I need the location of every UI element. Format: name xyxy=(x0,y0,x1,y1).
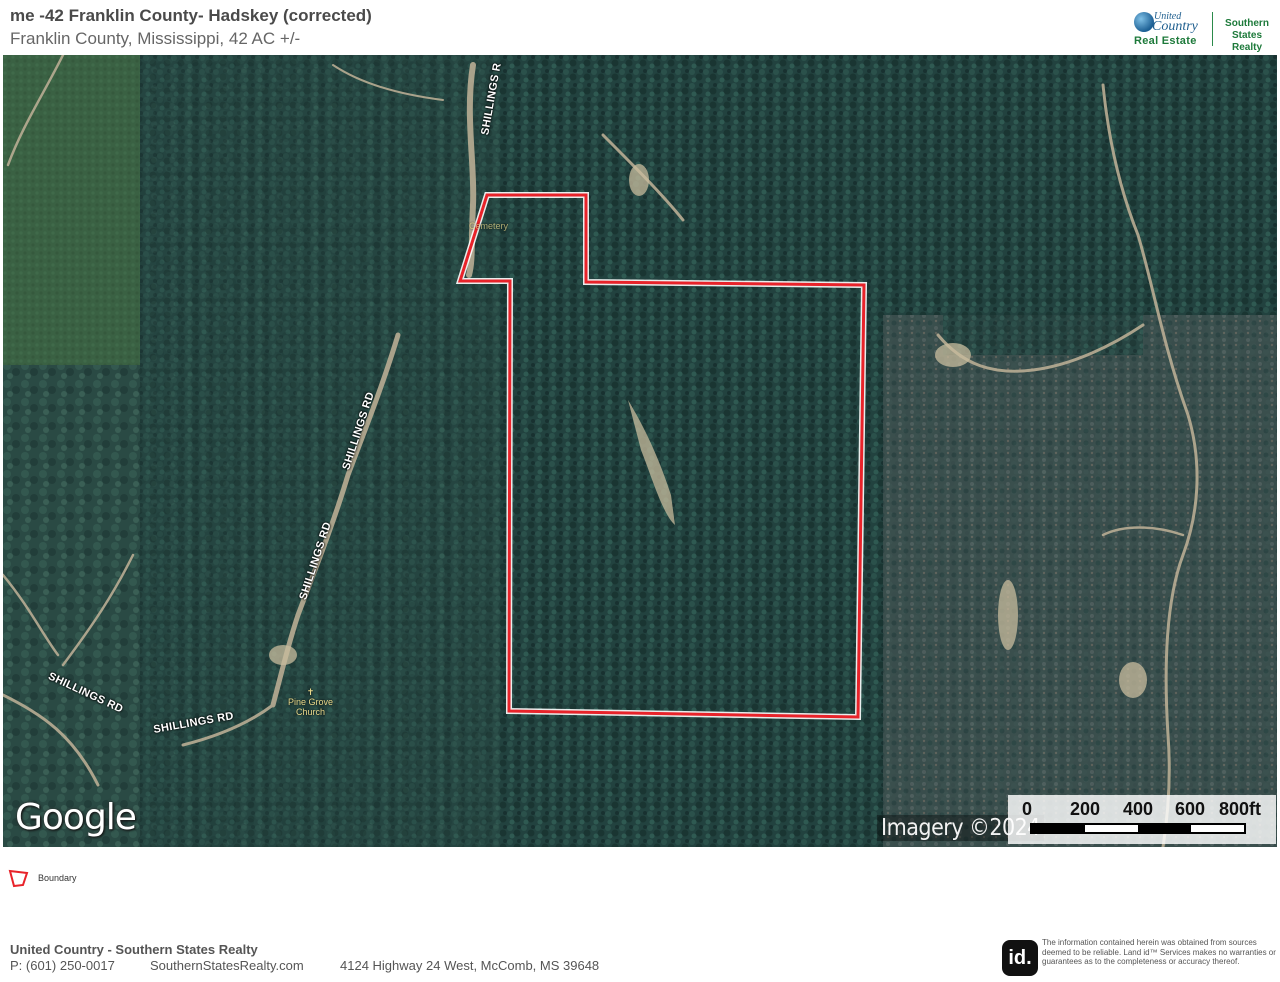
footer-company: United Country - Southern States Realty xyxy=(10,942,258,957)
boundary-legend-icon xyxy=(8,869,29,888)
logo-divider xyxy=(1212,12,1213,46)
scale-label-600: 600 xyxy=(1175,799,1206,819)
church-label-line1: Pine Grove xyxy=(288,697,334,707)
scale-ruler xyxy=(1030,823,1246,834)
globe-icon xyxy=(1134,12,1154,32)
footer-website[interactable]: SouthernStatesRealty.com xyxy=(150,958,304,973)
church-marker-icon: ✝ xyxy=(306,687,315,697)
scale-label-200: 200 xyxy=(1070,799,1101,819)
united-country-logo: United Country Real Estate xyxy=(1132,10,1208,50)
brand-logo: United Country Real Estate Southern Stat… xyxy=(1132,10,1278,53)
logo-country-text: Country xyxy=(1152,19,1198,34)
southern-states-logo: Southern States Realty xyxy=(1216,18,1278,54)
satellite-map[interactable]: SHILLINGS R SHILLINGS RD SHILLINGS RD SH… xyxy=(3,55,1277,847)
logo-southern-text: Southern xyxy=(1225,18,1269,29)
footer-phone: P: (601) 250-0017 xyxy=(10,958,115,973)
scale-segment xyxy=(1032,825,1085,832)
disclaimer-text: The information contained herein was obt… xyxy=(1042,938,1276,966)
landid-logo: id. xyxy=(1002,940,1038,976)
footer-address: 4124 Highway 24 West, McComb, MS 39648 xyxy=(340,958,600,973)
church-label: ✝ Pine Grove Church xyxy=(288,687,333,717)
google-logo: Google xyxy=(15,797,137,838)
scale-segment xyxy=(1138,825,1191,832)
scale-label-800: 800ft xyxy=(1219,799,1262,819)
cemetery-label: Cemetery xyxy=(469,221,509,231)
logo-states-realty-text: States Realty xyxy=(1231,30,1262,53)
church-label-line2: Church xyxy=(296,707,326,717)
legend-label: Boundary xyxy=(38,873,77,883)
scale-bar: 0 200 400 600 800ft xyxy=(1008,795,1276,844)
logo-real-estate-text: Real Estate xyxy=(1134,35,1197,47)
map-title: me -42 Franklin County- Hadskey (correct… xyxy=(10,6,372,25)
map-subtitle: Franklin County, Mississippi, 42 AC +/- xyxy=(10,29,301,48)
scale-label-0: 0 xyxy=(1022,799,1033,819)
scale-label-400: 400 xyxy=(1123,799,1154,819)
